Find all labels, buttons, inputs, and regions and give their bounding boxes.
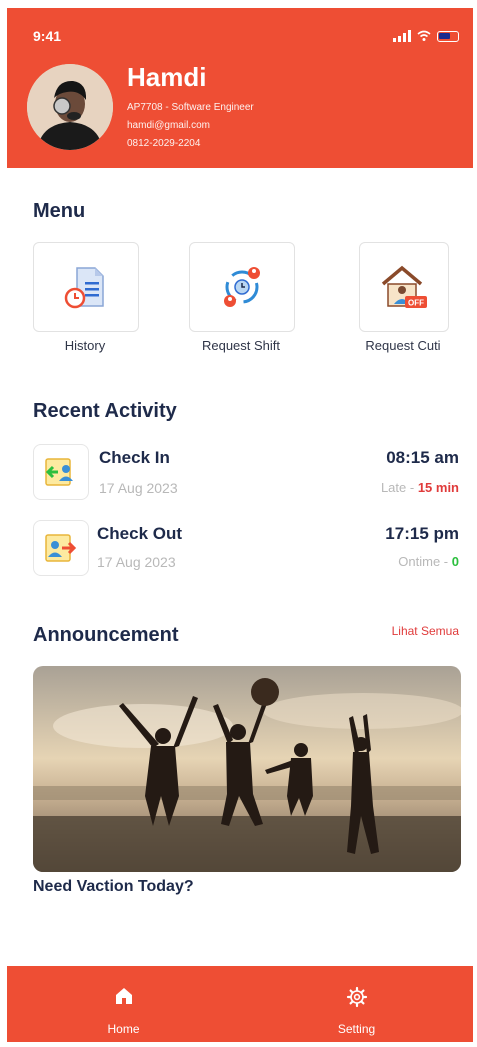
user-phone: 0812-2029-2204: [127, 138, 201, 149]
activity-date: 17 Aug 2023: [97, 554, 176, 570]
tab-setting-label: Setting: [337, 1022, 376, 1036]
tab-home-label: Home: [107, 1022, 140, 1036]
menu-history-label: History: [64, 338, 106, 353]
ontime-value: 0: [451, 554, 459, 569]
history-icon: [64, 267, 104, 309]
user-email: hamdi@gmail.com: [127, 120, 210, 131]
activity-time: 08:15 am: [386, 448, 459, 467]
activity-status: Late - 15 min: [381, 480, 459, 495]
status-label: Late -: [380, 480, 418, 495]
activity-title: Check Out: [97, 524, 183, 543]
menu-title: Menu: [33, 200, 86, 222]
signal-icon: [393, 30, 411, 42]
see-all-link[interactable]: Lihat Semua: [392, 624, 459, 638]
status-time: 9:41: [33, 28, 62, 44]
menu-request-cuti-label: Request Cuti: [365, 338, 441, 353]
svg-text:OFF: OFF: [408, 299, 424, 308]
menu-history-button[interactable]: [33, 242, 139, 332]
activity-title: Check In: [99, 448, 170, 467]
user-name: Hamdi: [127, 62, 207, 92]
status-label: Ontime -: [398, 554, 452, 569]
menu-request-shift-label: Request Shift: [201, 338, 281, 353]
menu-request-shift-button[interactable]: [189, 242, 295, 332]
activity-time: 17:15 pm: [385, 524, 459, 543]
shift-swap-icon: [224, 267, 260, 307]
bottom-tab-bar: Home Setting: [7, 966, 473, 1042]
recent-activity-title: Recent Activity: [33, 400, 177, 422]
tab-home[interactable]: Home: [7, 966, 240, 1042]
check-out-icon: [33, 520, 89, 576]
late-value: 15 min: [417, 480, 459, 495]
announcement-title: Announcement: [33, 624, 179, 646]
app-screen: 9:41 Hamdi AP7708 - Software Engineer ha…: [7, 8, 473, 1042]
wifi-icon: [417, 30, 431, 41]
menu-request-cuti-button[interactable]: OFF: [359, 242, 449, 332]
activity-status: Ontime - 0: [398, 554, 459, 569]
check-in-icon: [33, 444, 89, 500]
announcement-banner[interactable]: [33, 666, 461, 872]
announcement-banner-title[interactable]: Need Vaction Today?: [33, 878, 194, 896]
home-icon: [115, 988, 132, 1004]
profile-header: 9:41 Hamdi AP7708 - Software Engineer ha…: [7, 8, 473, 168]
user-role: AP7708 - Software Engineer: [127, 102, 254, 113]
gear-icon: [346, 986, 367, 1008]
tab-setting[interactable]: Setting: [240, 966, 473, 1042]
beach-jump-image: [33, 666, 461, 872]
leave-home-icon: OFF: [381, 265, 427, 308]
activity-date: 17 Aug 2023: [99, 480, 178, 496]
status-icons: [393, 30, 459, 42]
battery-icon: [437, 30, 459, 42]
avatar[interactable]: [27, 64, 113, 150]
